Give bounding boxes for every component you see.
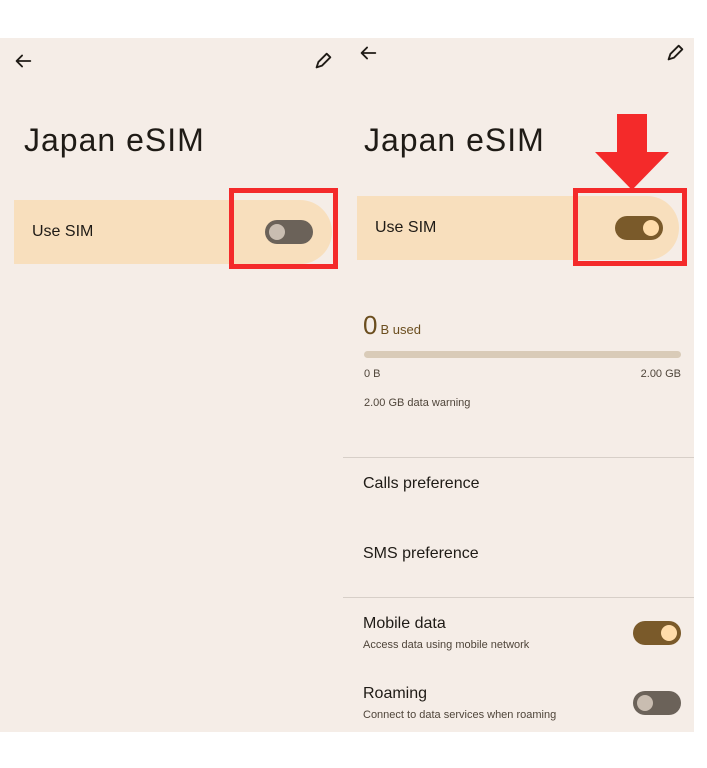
data-warning-label: 2.00 GB data warning [364,397,471,409]
pencil-icon[interactable] [312,50,334,72]
data-usage-amount: 0B used [363,310,421,341]
page-title: Japan eSIM [24,122,205,158]
roaming-toggle[interactable] [633,691,681,715]
back-arrow-icon[interactable] [12,50,34,72]
down-arrow-icon [595,114,669,190]
data-usage-unit: B used [380,322,421,337]
divider [343,457,694,458]
mobile-data-toggle[interactable] [633,621,681,645]
calls-preference-item[interactable]: Calls preference [363,475,480,493]
use-sim-label: Use SIM [32,223,94,240]
roaming-title[interactable]: Roaming [363,685,427,703]
range-start-label: 0 B [364,368,381,380]
back-arrow-icon[interactable] [357,42,379,64]
mobile-data-subtitle: Access data using mobile network [363,639,530,651]
highlight-box [229,188,338,269]
left-screen: Japan eSIM Use SIM [0,38,343,732]
right-screen: Japan eSIM Use SIM 0B used 0 B 2.00 GB 2… [343,38,694,732]
data-usage-value: 0 [363,310,378,340]
range-end-label: 2.00 GB [640,368,681,380]
toggle-thumb [661,625,677,641]
divider [343,597,694,598]
sms-preference-item[interactable]: SMS preference [363,545,479,563]
mobile-data-title[interactable]: Mobile data [363,615,446,633]
page-title: Japan eSIM [364,122,545,158]
pencil-icon[interactable] [664,42,686,64]
use-sim-label: Use SIM [375,219,437,236]
roaming-subtitle: Connect to data services when roaming [363,709,557,721]
data-usage-bar [364,351,681,358]
highlight-box [573,188,687,266]
toggle-thumb [637,695,653,711]
